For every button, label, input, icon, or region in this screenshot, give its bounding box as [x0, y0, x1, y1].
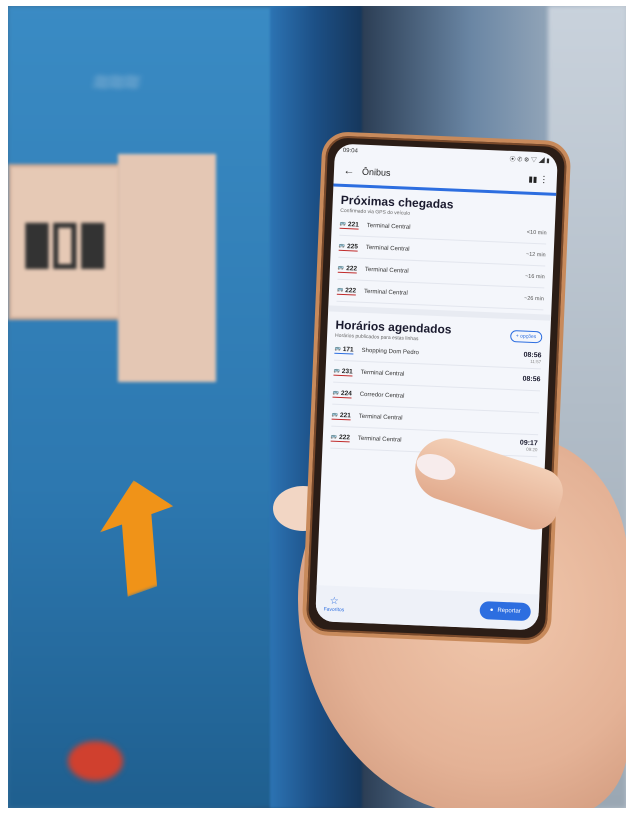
map-icon[interactable]: ▮▮ — [527, 174, 539, 183]
arrivals-section: Próximas chegadas Confirmado via GPS do … — [328, 187, 556, 313]
page-title: Ônibus — [361, 166, 391, 178]
destination: Corredor Central — [359, 391, 405, 400]
time-value: <10 min — [526, 229, 547, 236]
route-badge: 🚌 222 — [330, 433, 351, 442]
route-badge: 🚌 221 — [331, 411, 352, 420]
bus-icon: 🚌 — [336, 286, 344, 294]
tail-light — [68, 741, 123, 781]
route-badge: 🚌 222 — [336, 286, 357, 296]
destination: Terminal Central — [358, 413, 403, 422]
route-number: 222 — [338, 433, 351, 441]
arrivals-list: 🚌 221 Terminal Central <10 min 🚌 225 Terminal … — [336, 213, 548, 311]
route-badge: 🚌 225 — [338, 242, 359, 252]
route-badge: 🚌 231 — [333, 367, 353, 376]
time-value: ~26 min — [523, 295, 544, 302]
route-badge: 🚌 221 — [339, 220, 360, 230]
bus-icon: 🚌 — [339, 220, 347, 228]
bus-route-sign: ▮▯▮ — [8, 164, 122, 320]
chat-icon: ● — [489, 607, 494, 614]
bus-icon: 🚌 — [334, 345, 341, 352]
bus-body — [8, 6, 308, 808]
report-fab[interactable]: ● Reportar — [479, 601, 532, 622]
arrival-time: 09:17 09:20 — [520, 439, 538, 452]
time-value: ~12 min — [525, 251, 546, 258]
more-vert-icon[interactable]: ⋮ — [539, 174, 549, 185]
time-value: 09:17 — [519, 439, 538, 447]
bus-icon: 🚌 — [331, 411, 339, 418]
destination: Shopping Dom Pedro — [361, 347, 420, 356]
favorites-label: Favoritos — [323, 605, 345, 613]
route-sign-text: ▮▯▮ — [21, 209, 109, 274]
route-number: 221 — [339, 411, 352, 419]
bus-icon: 🚌 — [330, 433, 338, 440]
arrival-time: 08:56 — [522, 376, 540, 384]
smartphone: 09:04 ⦿ ✆ ⚙ ▽ ◢ ▮ ← Ônibus ▮▮ ⋮ Próximas… — [301, 131, 572, 645]
status-time: 09:04 — [342, 147, 358, 155]
destination: Terminal Central — [365, 244, 410, 253]
arrival-time: ~12 min — [526, 251, 546, 258]
back-arrow-icon[interactable]: ← — [342, 165, 356, 178]
arrival-time: <10 min — [527, 229, 547, 236]
bus-icon: 🚌 — [338, 242, 346, 250]
star-icon: ☆ — [329, 595, 339, 607]
scheduled-section: Horários agendados Horários publicados p… — [322, 311, 551, 459]
time-value: 08:56 — [522, 375, 541, 384]
time-value: ~16 min — [524, 273, 545, 280]
phone-screen: 09:04 ⦿ ✆ ⚙ ▽ ◢ ▮ ← Ônibus ▮▮ ⋮ Próximas… — [315, 143, 558, 631]
route-number: 221 — [347, 220, 360, 229]
photo-frame: ≈≈≈ ▮▯▮ 09:04 ⦿ ✆ ⚙ ▽ ◢ ▮ ← Ônibus ▮▮ ⋮ … — [8, 6, 626, 808]
bus-icon: 🚌 — [332, 389, 340, 396]
bus-icon: 🚌 — [333, 367, 340, 374]
route-number: 231 — [341, 367, 353, 375]
time-secondary: 09:20 — [526, 446, 538, 452]
bus-icon: 🚌 — [337, 264, 345, 272]
route-badge: 🚌 171 — [334, 345, 354, 354]
bus-info-sign — [118, 154, 216, 382]
destination: Terminal Central — [364, 266, 409, 275]
status-icons: ⦿ ✆ ⚙ ▽ ◢ ▮ — [509, 156, 550, 165]
route-number: 224 — [340, 389, 352, 397]
route-badge: 🚌 222 — [337, 264, 358, 274]
bus-logo: ≈≈≈ — [91, 66, 143, 97]
route-number: 225 — [346, 242, 359, 251]
destination: Terminal Central — [363, 288, 408, 297]
options-button[interactable]: + opções — [509, 329, 543, 343]
route-badge: 🚌 224 — [332, 389, 352, 398]
route-number: 222 — [346, 264, 358, 273]
favorites-tab[interactable]: ☆ Favoritos — [324, 595, 345, 613]
report-label: Reportar — [497, 607, 521, 615]
time-secondary: 11:57 — [530, 358, 542, 364]
arrival-time: ~16 min — [525, 273, 545, 280]
destination: Terminal Central — [360, 369, 405, 378]
route-number: 222 — [345, 286, 357, 295]
arrival-time: ~26 min — [524, 295, 544, 302]
bottom-bar: ☆ Favoritos ● Reportar — [315, 585, 540, 631]
time-value: 08:56 — [523, 351, 542, 359]
destination: Terminal Central — [366, 222, 411, 231]
arrival-time: 08:56 11:57 — [523, 351, 541, 364]
route-number: 171 — [342, 345, 354, 353]
